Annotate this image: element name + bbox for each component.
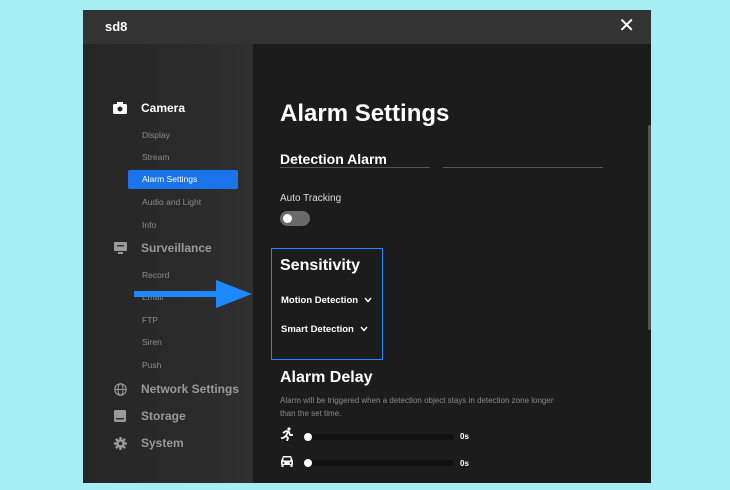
- chevron-down-icon: [364, 295, 372, 306]
- scrollbar[interactable]: [648, 125, 651, 330]
- vehicle-delay-slider[interactable]: [304, 459, 454, 467]
- detection-alarm-heading: Detection Alarm: [280, 151, 387, 167]
- settings-window: sd8 ✕ Camera Display Stream Alarm Settin…: [83, 10, 651, 483]
- smart-detection-dropdown[interactable]: Smart Detection: [281, 324, 368, 335]
- gear-icon: [113, 436, 127, 450]
- sidebar-item-info[interactable]: Info: [142, 220, 156, 230]
- alarm-delay-heading: Alarm Delay: [280, 369, 373, 386]
- sidebar-section-label: Storage: [141, 409, 186, 423]
- close-button[interactable]: ✕: [618, 16, 635, 36]
- sidebar-item-audio-and-light[interactable]: Audio and Light: [142, 197, 201, 207]
- motion-detection-dropdown[interactable]: Motion Detection: [281, 295, 372, 306]
- divider: [280, 167, 430, 168]
- camera-icon: [113, 101, 127, 115]
- auto-tracking-label: Auto Tracking: [280, 193, 342, 204]
- person-delay-value: 0s: [460, 432, 469, 441]
- sidebar-item-ftp[interactable]: FTP: [142, 315, 158, 325]
- chevron-down-icon: [360, 324, 368, 335]
- sidebar-item-stream[interactable]: Stream: [142, 152, 169, 162]
- slider-thumb[interactable]: [304, 432, 312, 441]
- vehicle-delay-row: 0s: [280, 454, 469, 472]
- globe-icon: [113, 382, 127, 396]
- sidebar: Camera Display Stream Alarm Settings Aud…: [83, 44, 253, 483]
- sidebar-section-network-settings[interactable]: Network Settings: [113, 382, 239, 396]
- sidebar-item-display[interactable]: Display: [142, 130, 170, 140]
- sidebar-section-label: Camera: [141, 101, 186, 115]
- slider-thumb[interactable]: [304, 459, 312, 467]
- title-bar: sd8 ✕: [83, 10, 651, 44]
- page-title: Alarm Settings: [280, 100, 450, 127]
- sidebar-section-label: Surveillance: [141, 241, 212, 255]
- monitor-icon: [113, 241, 127, 255]
- person-delay-row: 0s: [280, 427, 469, 446]
- vehicle-delay-value: 0s: [460, 458, 469, 468]
- main-panel: Alarm Settings Detection Alarm Auto Trac…: [253, 44, 651, 483]
- sidebar-section-camera[interactable]: Camera: [113, 101, 185, 115]
- toggle-knob: [283, 214, 292, 223]
- window-title: sd8: [105, 19, 128, 34]
- sidebar-section-system[interactable]: System: [113, 436, 184, 450]
- running-person-icon: [280, 427, 294, 446]
- sidebar-section-label: System: [141, 436, 184, 450]
- annotation-arrow: [134, 280, 252, 308]
- auto-tracking-toggle[interactable]: [280, 211, 310, 226]
- sidebar-item-siren[interactable]: Siren: [142, 337, 162, 347]
- sidebar-item-alarm-settings[interactable]: Alarm Settings: [128, 170, 238, 189]
- sidebar-section-label: Network Settings: [141, 382, 240, 396]
- car-icon: [280, 454, 294, 472]
- sidebar-item-push[interactable]: Push: [142, 360, 161, 370]
- smart-detection-label: Smart Detection: [281, 324, 354, 335]
- person-delay-slider[interactable]: [304, 432, 454, 441]
- sidebar-section-storage[interactable]: Storage: [113, 409, 186, 423]
- motion-detection-label: Motion Detection: [281, 295, 359, 306]
- divider: [443, 167, 603, 168]
- storage-icon: [113, 409, 127, 423]
- sensitivity-heading: Sensitivity: [280, 257, 361, 274]
- sidebar-section-surveillance[interactable]: Surveillance: [113, 241, 212, 255]
- alarm-delay-description: Alarm will be triggered when a detection…: [280, 396, 554, 418]
